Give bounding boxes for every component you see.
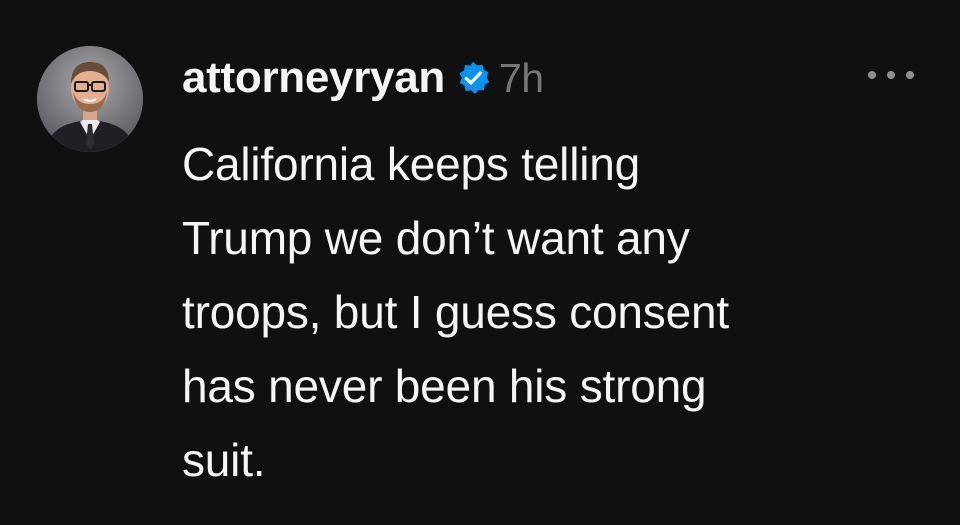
more-options-icon[interactable] <box>868 64 914 86</box>
post-text-line: California keeps telling <box>182 138 641 190</box>
verified-badge-icon <box>455 60 491 96</box>
post-text-line: troops, but I guess consent <box>182 286 729 338</box>
post-text-line: has never been his strong <box>182 360 707 412</box>
post-header: attorneyryan 7h <box>182 50 544 106</box>
post-card: attorneyryan 7h California keeps telling… <box>0 0 960 525</box>
post-text-line: Trump we don’t want any <box>182 212 690 264</box>
more-dot <box>906 71 914 79</box>
more-dot <box>868 71 876 79</box>
username-link[interactable]: attorneyryan <box>182 53 445 103</box>
avatar-image <box>37 46 143 152</box>
post-text: California keeps telling Trump we don’t … <box>182 127 902 497</box>
more-dot <box>887 71 895 79</box>
post-text-line: suit. <box>182 434 266 486</box>
timestamp: 7h <box>498 54 544 101</box>
avatar[interactable] <box>37 46 143 152</box>
